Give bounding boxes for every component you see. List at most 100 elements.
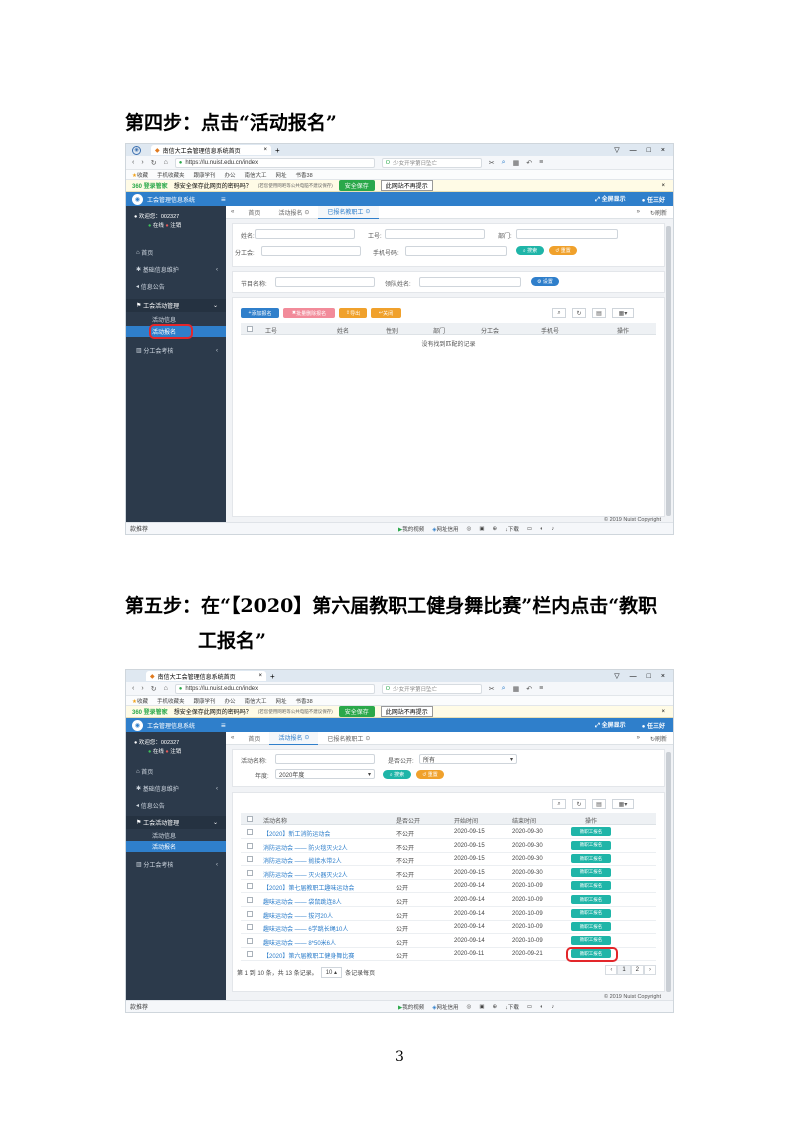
program-input[interactable] bbox=[275, 277, 375, 287]
undo-icon[interactable]: ↶ bbox=[526, 685, 532, 693]
staff-signup-button[interactable]: 教职工报名 bbox=[571, 895, 611, 904]
refresh-button[interactable]: ↻刷新 bbox=[650, 208, 667, 217]
activity-name-cell[interactable]: 【2020】第六届教职工健身舞比赛 bbox=[263, 951, 354, 960]
search-icon[interactable]: ⌕ bbox=[502, 685, 506, 693]
page-prev[interactable]: ‹ bbox=[605, 965, 618, 975]
status-icon[interactable]: ▣ bbox=[479, 1003, 484, 1011]
favorite-item[interactable]: 网址 bbox=[276, 171, 287, 179]
status-icon[interactable]: ◐ bbox=[540, 525, 543, 533]
status-icon[interactable]: ◎ bbox=[467, 1003, 472, 1011]
row-checkbox[interactable] bbox=[247, 951, 253, 958]
undo-icon[interactable]: ↶ bbox=[526, 159, 532, 167]
activity-name-cell[interactable]: 【2020】第七届教职工趣味运动会 bbox=[263, 883, 354, 892]
scissors-icon[interactable]: ✂ bbox=[489, 685, 495, 693]
close-tab-icon[interactable]: × bbox=[263, 147, 267, 153]
staff-signup-button[interactable]: 教职工报名 bbox=[571, 840, 611, 850]
status-icon[interactable]: ▣ bbox=[479, 525, 484, 533]
tab-close-icon[interactable]: ⊙ bbox=[304, 209, 309, 216]
export-button[interactable]: ⇪ 导出 bbox=[339, 308, 367, 318]
staff-signup-button[interactable]: 教职工报名 bbox=[571, 922, 611, 932]
column-header[interactable]: 部门 bbox=[433, 326, 445, 335]
page-2[interactable]: 2 bbox=[630, 965, 644, 975]
row-checkbox[interactable] bbox=[247, 869, 253, 876]
status-video[interactable]: ▶我的视频 bbox=[398, 1003, 424, 1011]
favorite-item[interactable]: 书香38 bbox=[296, 171, 313, 179]
logout-link[interactable]: 注销 bbox=[170, 223, 181, 229]
staff-signup-button[interactable]: 教职工报名 bbox=[571, 854, 611, 864]
user-menu[interactable]: ● 任三好 bbox=[642, 721, 665, 730]
name-input[interactable] bbox=[255, 229, 355, 239]
sidebar-item-activity-info[interactable]: 活动信息 bbox=[126, 830, 226, 841]
search-button[interactable]: ⌕ 搜索 bbox=[516, 246, 544, 255]
column-header[interactable]: 工号 bbox=[265, 326, 277, 335]
status-icon[interactable]: ⊕ bbox=[493, 525, 498, 533]
favorite-item[interactable]: 办公 bbox=[224, 171, 235, 179]
favorite-item[interactable]: 跟康学刊 bbox=[193, 697, 215, 705]
tabs-next-icon[interactable]: » bbox=[637, 735, 640, 741]
tab-enrolled-staff[interactable]: 已报名教职工 ⊙ bbox=[318, 732, 379, 745]
status-download[interactable]: ↓下载 bbox=[505, 1003, 519, 1011]
sidebar-item-home[interactable]: ⌂ 首页 bbox=[126, 765, 226, 778]
close-tab-icon[interactable]: × bbox=[258, 673, 262, 679]
downloads-icon[interactable]: ▽ bbox=[614, 672, 619, 680]
is-public-select[interactable]: 所有 ▾ bbox=[419, 754, 517, 764]
sidebar-item-home[interactable]: ⌂ 首页 bbox=[126, 246, 226, 259]
dont-prompt-button[interactable]: 此网站不再提示 bbox=[380, 706, 433, 717]
column-header[interactable]: 分工会 bbox=[481, 326, 499, 335]
settings-button[interactable]: ⚙ 设置 bbox=[531, 277, 559, 286]
user-menu[interactable]: ● 任三好 bbox=[642, 195, 665, 204]
column-header[interactable]: 开始时间 bbox=[454, 816, 478, 825]
row-checkbox[interactable] bbox=[247, 910, 253, 917]
tab-activity-signup[interactable]: 活动报名 ⊙ bbox=[269, 731, 319, 745]
favorite-item[interactable]: ★收藏 bbox=[132, 697, 148, 705]
menu-icon[interactable]: ≡ bbox=[539, 685, 543, 692]
tab-home[interactable]: 首页 bbox=[239, 206, 269, 219]
row-checkbox[interactable] bbox=[247, 829, 253, 835]
tabs-next-icon[interactable]: » bbox=[637, 209, 640, 215]
scrollbar[interactable] bbox=[666, 226, 671, 516]
row-checkbox[interactable] bbox=[247, 856, 253, 863]
safe-save-button[interactable]: 安全保存 bbox=[338, 180, 375, 191]
reset-button[interactable]: ↺ 重置 bbox=[416, 770, 444, 779]
reset-button[interactable]: ↺ 重置 bbox=[549, 246, 577, 255]
status-credit[interactable]: ◈网址信用 bbox=[432, 1003, 458, 1011]
back-icon[interactable]: ‹ bbox=[132, 685, 134, 692]
browser-tab[interactable]: ◆ 南信大工会管理信息系统首页 × bbox=[146, 671, 266, 681]
staff-signup-button[interactable]: 教职工报名 bbox=[571, 881, 611, 891]
sidebar-item-notice[interactable]: ◂ 信息公告 bbox=[126, 799, 226, 812]
activity-name-cell[interactable]: 消防运动会 —— 抛接水带2人 bbox=[263, 856, 342, 865]
maximize-icon[interactable]: □ bbox=[647, 146, 651, 154]
refresh-button[interactable]: ↻刷新 bbox=[650, 734, 667, 743]
sidebar-item-basic-info[interactable]: ✱ 基础信息维护 ‹ bbox=[126, 263, 226, 276]
url-field[interactable]: ● https://lu.nuist.edu.cn/index bbox=[174, 157, 375, 168]
dept-input[interactable] bbox=[516, 229, 618, 239]
sidebar-item-branch-eval[interactable]: ▥ 分工会考核 ‹ bbox=[126, 344, 226, 357]
table-search-button[interactable]: ⌕ bbox=[552, 308, 566, 318]
favorite-item[interactable]: 办公 bbox=[224, 697, 235, 705]
tab-close-icon[interactable]: ⊙ bbox=[365, 735, 370, 742]
column-header[interactable]: 活动名称 bbox=[263, 816, 287, 825]
year-select[interactable]: 2020年度 ▾ bbox=[275, 769, 375, 779]
tabs-prev-icon[interactable]: « bbox=[226, 735, 239, 741]
close-notice-icon[interactable]: × bbox=[661, 709, 665, 715]
status-icon[interactable]: ◐ bbox=[540, 1003, 543, 1011]
leader-input[interactable] bbox=[419, 277, 521, 287]
fullscreen-button[interactable]: ⤢ 全屏显示 bbox=[595, 194, 626, 204]
page-next[interactable]: › bbox=[644, 965, 656, 975]
minimize-icon[interactable]: — bbox=[630, 672, 637, 680]
row-checkbox[interactable] bbox=[247, 897, 253, 903]
tab-activity-signup[interactable]: 活动报名 ⊙ bbox=[269, 206, 318, 219]
search-field[interactable]: O 少女开学第日坠亡 bbox=[381, 157, 482, 168]
row-checkbox[interactable] bbox=[247, 924, 253, 931]
table-columns-dropdown[interactable]: ▦▾ bbox=[612, 799, 634, 809]
tab-home[interactable]: 首页 bbox=[239, 732, 269, 745]
menu-icon[interactable]: ≡ bbox=[539, 159, 543, 166]
page-1[interactable]: 1 bbox=[617, 965, 631, 975]
select-all-checkbox[interactable] bbox=[247, 326, 253, 332]
status-icon[interactable]: ◎ bbox=[467, 525, 472, 533]
table-search-button[interactable]: ⌕ bbox=[552, 799, 566, 809]
job-no-input[interactable] bbox=[385, 229, 485, 239]
sidebar-item-activity-mgmt[interactable]: ⚑ 工会活动管理 ⌄ bbox=[126, 299, 226, 312]
close-button[interactable]: ↩ 关闭 bbox=[371, 308, 401, 318]
dont-prompt-button[interactable]: 此网站不再提示 bbox=[380, 180, 433, 191]
